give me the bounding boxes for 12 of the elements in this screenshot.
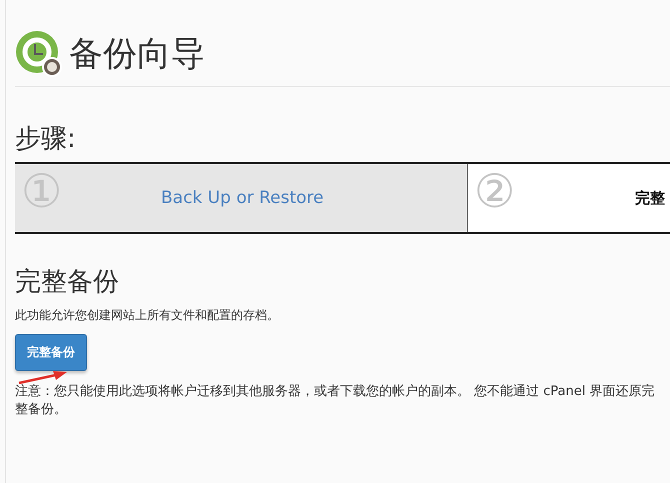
step-link[interactable]: Back Up or Restore — [161, 188, 324, 208]
step-label: 完整 — [635, 188, 665, 208]
step-number: ② — [474, 168, 516, 214]
description-text: 此功能允许您创建网站上所有文件和配置的存档。 — [15, 307, 280, 324]
backup-icon — [15, 30, 63, 78]
note-text: 注意：您只能使用此选项将帐户迁移到其他服务器，或者下载您的帐户的副本。 您不能通过 cPanel 界面还原完整备份。 — [15, 383, 656, 419]
page-title: 备份向导 — [69, 33, 205, 76]
section-heading: 完整备份 — [15, 266, 120, 299]
arrow-annotation — [18, 370, 68, 384]
steps-heading: 步骤: — [15, 123, 77, 156]
step-cell[interactable]: ② 完整 — [467, 164, 670, 232]
full-backup-button[interactable]: 完整备份 — [15, 334, 87, 371]
